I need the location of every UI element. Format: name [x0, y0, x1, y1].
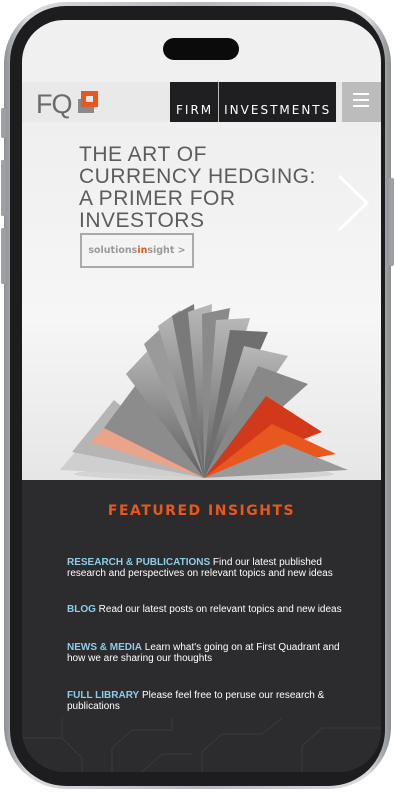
insight-item-news[interactable]: NEWS & MEDIA Learn what's going on at Fi… — [67, 642, 345, 664]
phone-side-button — [1, 108, 6, 138]
insight-item-research[interactable]: RESEARCH & PUBLICATIONS Find our latest … — [67, 557, 345, 579]
camera-notch — [163, 38, 239, 60]
logo-mark-icon — [78, 91, 98, 113]
phone-screen: FQ FIRM INVESTMENTS THE ART OF CURRENCY … — [22, 20, 381, 772]
nav-investments[interactable]: INVESTMENTS — [219, 82, 336, 122]
hero-title: THE ART OF CURRENCY HEDGING: A PRIMER FO… — [79, 143, 316, 232]
background-pattern — [22, 718, 381, 772]
insight-item-blog[interactable]: BLOG Read our latest posts on relevant t… — [67, 604, 345, 615]
logo-text: FQ — [36, 89, 72, 119]
featured-insights-section: FEATURED INSIGHTS RESEARCH & PUBLICATION… — [22, 480, 381, 772]
solutions-label-highlight: in — [137, 245, 148, 256]
insight-link-news[interactable]: NEWS & MEDIA — [67, 642, 142, 653]
insight-link-library[interactable]: FULL LIBRARY — [67, 690, 139, 701]
insight-desc-blog: Read our latest posts on relevant topics… — [95, 604, 342, 615]
solutions-label: solutions — [88, 245, 138, 256]
open-book-image — [60, 304, 348, 480]
featured-title: FEATURED INSIGHTS — [107, 503, 296, 519]
site-header: FQ FIRM INVESTMENTS — [22, 82, 381, 122]
hamburger-menu-button[interactable] — [342, 82, 381, 122]
hamburger-line — [353, 105, 369, 107]
insight-item-library[interactable]: FULL LIBRARY Please feel free to peruse … — [67, 690, 345, 712]
solutions-label-end: sight > — [147, 245, 186, 256]
hamburger-line — [353, 99, 369, 101]
next-slide-chevron-icon[interactable] — [336, 174, 370, 232]
hero-banner: THE ART OF CURRENCY HEDGING: A PRIMER FO… — [22, 122, 381, 480]
insight-link-blog[interactable]: BLOG — [67, 604, 96, 615]
main-nav: FIRM INVESTMENTS — [170, 82, 337, 122]
phone-side-button — [1, 160, 6, 216]
phone-side-button — [1, 228, 6, 284]
insight-link-research[interactable]: RESEARCH & PUBLICATIONS — [67, 557, 210, 568]
solutions-insight-button[interactable]: solutions in sight > — [80, 233, 194, 268]
phone-side-button — [389, 178, 394, 266]
hamburger-line — [353, 93, 369, 95]
nav-firm[interactable]: FIRM — [170, 82, 220, 122]
